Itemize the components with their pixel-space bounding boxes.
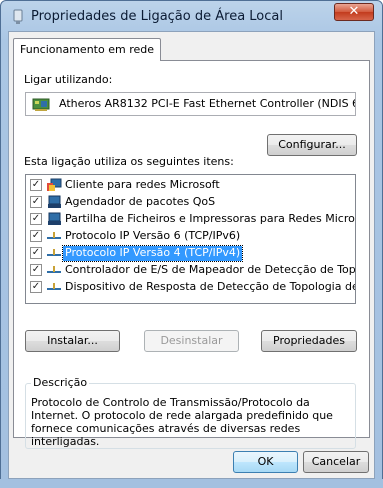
protocol-icon — [47, 283, 61, 290]
window-title: Propriedades de Ligação de Área Local — [31, 9, 283, 24]
list-item[interactable]: ✓ Dispositivo de Resposta de Detecção de… — [26, 279, 355, 295]
install-button[interactable]: Instalar... — [25, 330, 120, 352]
components-list[interactable]: ✓ Cliente para redes Microsoft ✓ Agendad… — [25, 174, 356, 304]
dialog-client-area: Funcionamento em rede Ligar utilizando: … — [8, 31, 375, 479]
network-adapter-icon — [32, 98, 50, 111]
item-checkbox[interactable]: ✓ — [30, 230, 42, 242]
network-service-icon — [48, 195, 61, 208]
list-item[interactable]: ✓ Agendador de pacotes QoS — [26, 194, 355, 210]
network-client-icon — [47, 178, 62, 191]
list-item[interactable]: ✓ Protocolo IP Versão 4 (TCP/IPv4) — [26, 245, 355, 262]
protocol-icon — [47, 232, 61, 239]
item-label: Partilha de Ficheiros e Impressoras para… — [65, 212, 356, 225]
configure-button[interactable]: Configurar... — [267, 134, 357, 156]
properties-window: Propriedades de Ligação de Área Local ✕ … — [0, 0, 383, 488]
cancel-button[interactable]: Cancelar — [303, 451, 369, 473]
list-item[interactable]: ✓ Cliente para redes Microsoft — [26, 177, 355, 193]
list-item[interactable]: ✓ Partilha de Ficheiros e Impressoras pa… — [26, 211, 355, 227]
connect-using-label: Ligar utilizando: — [24, 73, 113, 86]
properties-button[interactable]: Propriedades — [261, 330, 357, 352]
tab-networking[interactable]: Funcionamento em rede — [13, 38, 161, 61]
item-label: Protocolo IP Versão 6 (TCP/IPv6) — [65, 229, 241, 242]
close-button[interactable]: ✕ — [334, 3, 374, 21]
list-item[interactable]: ✓ Protocolo IP Versão 6 (TCP/IPv6) — [26, 228, 355, 244]
ok-button[interactable]: OK — [233, 451, 298, 473]
item-label: Protocolo IP Versão 4 (TCP/IPv4) — [61, 245, 244, 262]
item-label: Dispositivo de Resposta de Detecção de T… — [65, 280, 356, 293]
item-checkbox[interactable]: ✓ — [30, 179, 42, 191]
item-checkbox[interactable]: ✓ — [30, 213, 42, 225]
description-text: Protocolo de Controlo de Transmissão/Pro… — [31, 396, 333, 448]
protocol-icon — [47, 249, 61, 256]
tab-panel: Ligar utilizando: Atheros AR8132 PCI-E F… — [13, 60, 370, 449]
adapter-name: Atheros AR8132 PCI-E Fast Ethernet Contr… — [59, 97, 356, 110]
item-label: Agendador de pacotes QoS — [65, 195, 216, 208]
item-checkbox[interactable]: ✓ — [30, 247, 42, 259]
item-label: Cliente para redes Microsoft — [65, 178, 220, 191]
item-checkbox[interactable]: ✓ — [30, 196, 42, 208]
title-bar[interactable]: Propriedades de Ligação de Área Local ✕ — [1, 1, 382, 31]
description-group: Descrição Protocolo de Controlo de Trans… — [25, 376, 356, 449]
item-checkbox[interactable]: ✓ — [30, 264, 42, 276]
item-checkbox[interactable]: ✓ — [30, 281, 42, 293]
protocol-icon — [47, 266, 61, 273]
item-label: Controlador de E/S de Mapeador de Detecç… — [65, 263, 356, 276]
description-legend: Descrição — [31, 376, 90, 389]
window-bottom-edge — [0, 479, 383, 488]
items-label: Esta ligação utiliza os seguintes itens: — [24, 155, 234, 168]
network-connection-icon — [13, 9, 23, 24]
uninstall-button[interactable]: Desinstalar — [144, 330, 239, 352]
list-item[interactable]: ✓ Controlador de E/S de Mapeador de Dete… — [26, 262, 355, 278]
adapter-field: Atheros AR8132 PCI-E Fast Ethernet Contr… — [25, 92, 356, 116]
network-service-icon — [48, 212, 61, 225]
